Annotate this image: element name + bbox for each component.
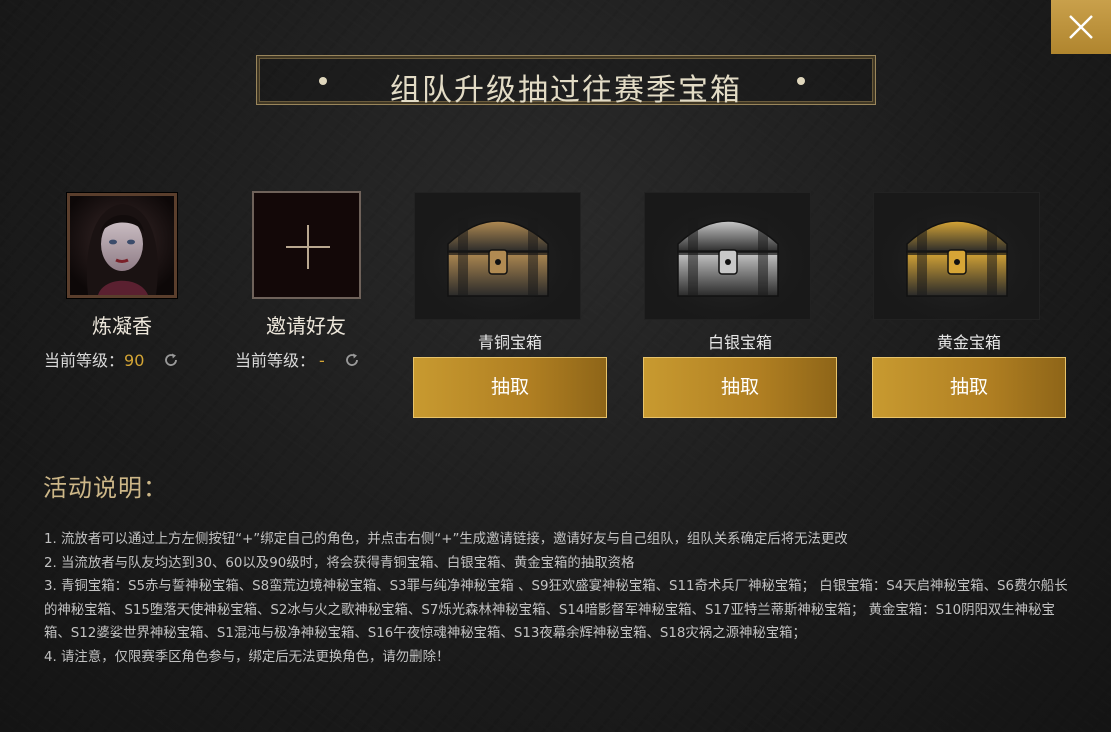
refresh-icon[interactable] [163, 352, 179, 372]
avatar-portrait [70, 196, 174, 295]
invite-level-label: 当前等级： [235, 351, 316, 370]
close-button[interactable] [1051, 0, 1111, 54]
chest-image-gold [873, 192, 1040, 320]
close-icon [1069, 15, 1093, 39]
description-line: 3. 青铜宝箱：S5赤与誓神秘宝箱、S8蛮荒边境神秘宝箱、S3罪与纯净神秘宝箱 … [44, 579, 1068, 641]
title-banner: 组队升级抽过往赛季宝箱 [256, 55, 876, 108]
description-line: 2. 当流放者与队友均达到30、60以及90级时，将会获得青铜宝箱、白银宝箱、黄… [44, 555, 635, 571]
draw-button[interactable]: 抽取 [643, 357, 837, 418]
player-level-value: 90 [124, 351, 145, 370]
chest-label: 黄金宝箱 [936, 333, 1001, 352]
chest-icon [873, 192, 1040, 320]
chest-image-silver [644, 192, 811, 320]
chest-icon [414, 192, 581, 320]
description-title: 活动说明： [43, 474, 168, 502]
draw-button[interactable]: 抽取 [872, 357, 1066, 418]
player-avatar [67, 193, 177, 298]
description-text: 1. 流放者可以通过上方左侧按钮“+”绑定自己的角色，并点击右侧“+”生成邀请链… [44, 528, 1068, 669]
page-title: 组队升级抽过往赛季宝箱 [390, 73, 742, 108]
title-dot-right [797, 77, 805, 85]
player-name: 炼凝香 [92, 314, 152, 338]
player-level-label: 当前等级： [44, 351, 125, 370]
description-line: 1. 流放者可以通过上方左侧按钮“+”绑定自己的角色，并点击右侧“+”生成邀请链… [44, 532, 848, 547]
chest-icon [644, 192, 811, 320]
invite-name: 邀请好友 [266, 314, 346, 338]
invite-friend-button[interactable] [252, 191, 361, 299]
chest-image-bronze [414, 192, 581, 320]
plus-icon-bar [286, 246, 330, 248]
description-line: 4. 请注意，仅限赛季区角色参与，绑定后无法更换角色，请勿删除！ [44, 649, 450, 665]
chest-label: 青铜宝箱 [477, 333, 542, 352]
refresh-icon[interactable] [344, 352, 360, 372]
draw-button[interactable]: 抽取 [413, 357, 607, 418]
invite-level-row: 当前等级： - [235, 347, 360, 372]
chest-label: 白银宝箱 [707, 333, 772, 352]
invite-level-value: - [319, 351, 325, 370]
player-level-row: 当前等级：90 [44, 347, 179, 372]
